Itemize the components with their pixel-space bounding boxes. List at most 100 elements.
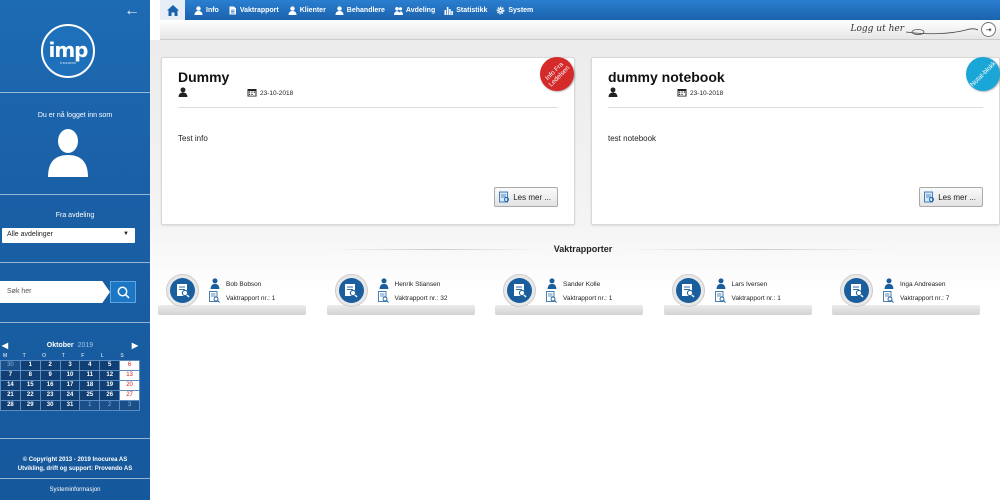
nav-item-label: Avdeling — [405, 6, 436, 14]
calendar-day[interactable]: 23 — [40, 391, 60, 400]
calendar-day[interactable]: 28 — [1, 401, 20, 410]
top-nav: Info Vaktrapport Klienter Behandlere Avd… — [160, 0, 1000, 20]
user-icon — [716, 278, 725, 289]
vaktrapport-item[interactable]: Bob Bobson Vaktrapport nr.: 1 — [158, 273, 308, 317]
app-logo: imp Inocurea — [41, 24, 95, 78]
avatar-icon — [48, 129, 88, 177]
calendar-day[interactable]: 21 — [1, 391, 20, 400]
calendar-day[interactable]: 5 — [100, 361, 120, 370]
nav-item-info[interactable]: Info — [194, 5, 219, 15]
badge-label: Info Fra Ledelsen — [544, 61, 572, 89]
calendar-day[interactable]: 12 — [100, 371, 120, 380]
badge-label: Notat-blokk — [968, 59, 998, 89]
calendar-day[interactable]: 26 — [100, 391, 120, 400]
document-icon — [229, 6, 236, 14]
calendar-day[interactable]: 14 — [1, 381, 20, 390]
vaktrapport-item[interactable]: Sander Kolle Vaktrapport nr.: 1 — [495, 273, 645, 317]
calendar-day[interactable]: 9 — [40, 371, 60, 380]
nav-item-behandlere[interactable]: Behandlere — [335, 5, 385, 15]
calendar-day[interactable]: 30 — [1, 361, 20, 370]
calendar-weekday: M — [3, 352, 8, 359]
report-search-icon — [714, 291, 726, 303]
vaktrapport-item[interactable]: Inga Andreasen Vaktrapport nr.: 7 — [832, 273, 982, 317]
copyright-line: © Copyright 2013 - 2019 Inocurea AS — [22, 457, 128, 463]
calendar-day[interactable]: 10 — [60, 371, 80, 380]
calendar-day[interactable]: 16 — [40, 381, 60, 390]
vaktrapport-item[interactable]: Lars Iversen Vaktrapport nr.: 1 — [663, 273, 814, 317]
calendar-day[interactable]: 1 — [80, 401, 100, 410]
section-title: Vaktrapporter — [553, 244, 613, 254]
card-body: Test info — [178, 134, 208, 143]
calendar-day[interactable]: 2 — [100, 401, 120, 410]
sidebar: ← imp Inocurea Du er nå logget inn som F… — [0, 0, 150, 500]
logout-link[interactable]: Logg ut her — [851, 24, 904, 34]
calendar-weekday: F — [81, 352, 85, 359]
sidebar-divider — [0, 438, 150, 439]
home-icon — [166, 4, 179, 16]
read-more-button[interactable]: Les mer ... — [919, 187, 983, 207]
calendar-day[interactable]: 4 — [80, 361, 100, 370]
section-rule — [330, 249, 540, 250]
search-button[interactable] — [110, 281, 136, 303]
read-more-label: Les mer ... — [513, 192, 551, 202]
nav-item-system[interactable]: System — [496, 6, 533, 15]
calendar-day[interactable]: 7 — [1, 371, 20, 380]
calendar-day[interactable]: 29 — [20, 401, 40, 410]
nav-item-label: Behandlere — [346, 6, 385, 14]
home-button[interactable] — [160, 0, 185, 20]
nav-item-avdeling[interactable]: Avdeling — [393, 6, 436, 15]
calendar-icon — [247, 89, 257, 97]
vaktrapport-item[interactable]: Henrik Stiansen Vaktrapport nr.: 32 — [326, 273, 477, 317]
card-body: test notebook — [608, 134, 657, 143]
calendar-day[interactable]: 15 — [20, 381, 40, 390]
notebook-card: dummy notebook 23-10-2018 test notebook … — [591, 57, 1000, 225]
card-date: 23-10-2018 — [690, 90, 724, 97]
calendar-day[interactable]: 24 — [60, 391, 80, 400]
calendar-day[interactable]: 19 — [100, 381, 120, 390]
report-search-icon — [546, 291, 557, 303]
calendar-day[interactable]: 3 — [120, 401, 139, 410]
nav-item-klienter[interactable]: Klienter — [288, 5, 326, 15]
calendar-day[interactable]: 1 — [20, 361, 40, 370]
calendar-day[interactable]: 30 — [40, 401, 60, 410]
calendar-day[interactable]: 25 — [80, 391, 100, 400]
sidebar-divider — [0, 92, 150, 93]
bar-chart-icon — [444, 6, 454, 15]
card-date: 23-10-2018 — [260, 90, 294, 97]
search-input[interactable]: Søk her — [0, 281, 110, 303]
user-icon — [194, 5, 203, 15]
sidebar-divider — [0, 262, 150, 263]
card-title: Dummy — [178, 69, 230, 85]
report-disc — [840, 274, 873, 307]
calendar-day[interactable]: 6 — [120, 361, 139, 370]
calendar-day[interactable]: 17 — [60, 381, 80, 390]
calendar-prev-icon[interactable]: ◀ — [0, 341, 10, 350]
calendar-day[interactable]: 22 — [20, 391, 40, 400]
report-disc — [503, 274, 536, 307]
read-more-button[interactable]: Les mer ... — [494, 187, 558, 207]
nav-item-vaktrapport[interactable]: Vaktrapport — [228, 6, 279, 15]
calendar-day[interactable]: 3 — [60, 361, 80, 370]
calendar-day[interactable]: 31 — [60, 401, 80, 410]
calendar-header: ◀ Oktober 2019 ▶ — [0, 340, 140, 351]
calendar-day[interactable]: 27 — [120, 391, 139, 400]
system-info-link[interactable]: Systeminformasjon — [0, 487, 150, 493]
copyright: © Copyright 2013 - 2019 Inocurea AS Utvi… — [0, 456, 150, 474]
department-select[interactable]: Alle avdelinger ▼ — [2, 228, 135, 243]
reporter-name: Lars Iversen — [731, 281, 768, 288]
back-arrow-icon[interactable]: ← — [124, 2, 140, 20]
calendar-day[interactable]: 13 — [120, 371, 139, 380]
calendar-day[interactable]: 18 — [80, 381, 100, 390]
calendar-next-icon[interactable]: ▶ — [130, 341, 140, 350]
nav-item-statistikk[interactable]: Statistikk — [444, 6, 487, 15]
calendar-day[interactable]: 20 — [120, 381, 139, 390]
calendar-day[interactable]: 2 — [40, 361, 60, 370]
user-icon — [884, 278, 894, 289]
calendar-day[interactable]: 11 — [80, 371, 100, 380]
card-divider — [608, 107, 983, 108]
report-count: Vaktrapport nr.: 1 — [731, 295, 781, 302]
logout-icon[interactable]: ⇥ — [981, 22, 996, 37]
reporter-name: Inga Andreasen — [900, 281, 946, 288]
calendar-day[interactable]: 8 — [20, 371, 40, 380]
report-disc — [671, 274, 705, 307]
